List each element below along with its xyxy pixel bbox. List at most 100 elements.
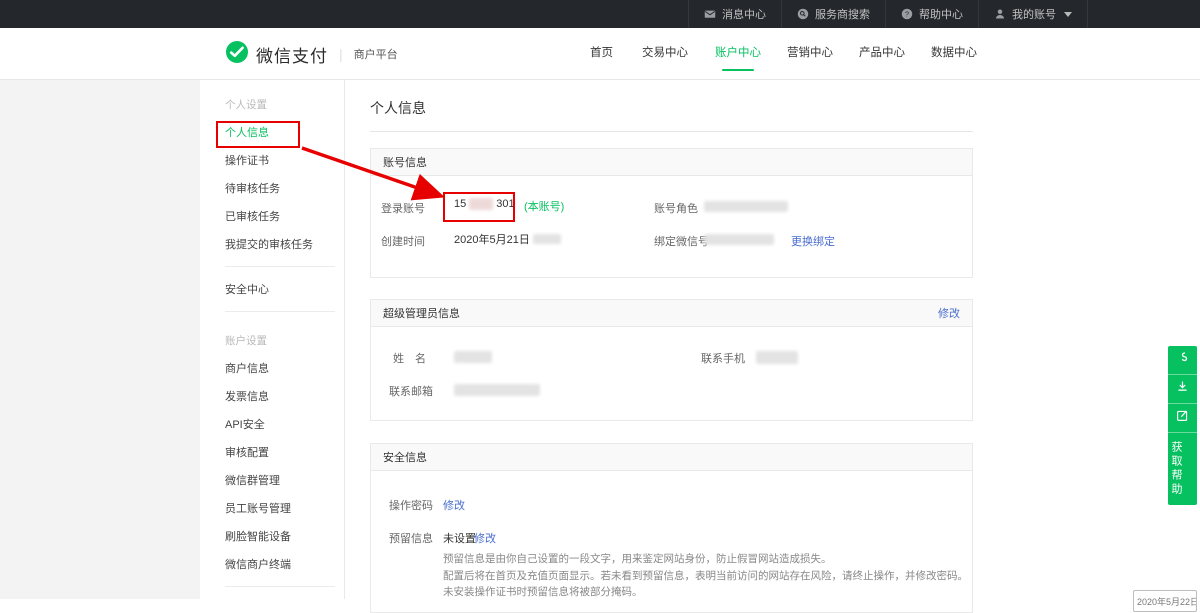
sidebar-item-api-security[interactable]: API安全: [225, 410, 344, 438]
brand-divider: |: [339, 46, 343, 62]
current-account-tag: (本账号): [524, 198, 564, 214]
operation-password-label: 操作密码: [389, 497, 433, 513]
sidebar: 个人设置 个人信息 操作证书 待审核任务 已审核任务 我提交的审核任务 安全中心…: [200, 80, 345, 599]
redacted-account-role: [704, 201, 788, 212]
svg-text:?: ?: [905, 11, 909, 19]
my-account-menu[interactable]: 我的账号: [978, 0, 1088, 28]
floating-help-widget: 获取帮助: [1168, 346, 1197, 505]
link-icon: [1176, 351, 1189, 369]
super-admin-header: 超级管理员信息 修改: [371, 300, 972, 327]
note-line: 预留信息是由你自己设置的一段文字，用来鉴定网站身份，防止假冒网站造成损失。: [443, 551, 968, 568]
sidebar-item-my-submitted-review[interactable]: 我提交的审核任务: [225, 230, 344, 258]
message-center-item[interactable]: 消息中心: [688, 0, 781, 28]
nav-account-center[interactable]: 账户中心: [715, 28, 761, 79]
wechat-pay-logo-icon: [225, 40, 249, 69]
operation-password-edit-link[interactable]: 修改: [443, 497, 465, 513]
super-admin-title: 超级管理员信息: [383, 305, 460, 321]
sidebar-item-invoice-info[interactable]: 发票信息: [225, 382, 344, 410]
portal-name: 商户平台: [354, 46, 398, 62]
top-utility-items: 消息中心 服务商搜索 ? 帮助中心 我的账号: [688, 0, 1088, 28]
nav-product-center[interactable]: 产品中心: [859, 28, 905, 79]
nav-data-center[interactable]: 数据中心: [931, 28, 977, 79]
reserved-info-edit-link[interactable]: 修改: [474, 530, 496, 546]
super-admin-edit-link[interactable]: 修改: [938, 305, 960, 321]
edit-icon: [1176, 409, 1189, 427]
get-help-button[interactable]: 获取帮助: [1168, 433, 1197, 505]
name-label: 姓 名: [393, 350, 426, 366]
change-binding-link[interactable]: 更换绑定: [791, 233, 835, 249]
my-account-label: 我的账号: [1012, 6, 1056, 22]
account-info-section: 账号信息 登录账号 15 301 (本账号) 账号角色 创建时间 2020年5月…: [370, 148, 973, 278]
sidebar-item-wechat-group-mgmt[interactable]: 微信群管理: [225, 466, 344, 494]
quick-link-button[interactable]: [1168, 346, 1197, 375]
sidebar-divider: [225, 266, 335, 267]
note-line: 未安装操作证书时预留信息将被部分掩码。: [443, 584, 968, 601]
sidebar-divider: [225, 586, 335, 587]
download-icon: [1176, 380, 1189, 398]
feedback-button[interactable]: [1168, 404, 1197, 433]
account-info-title: 账号信息: [383, 154, 427, 170]
sidebar-item-merchant-info[interactable]: 商户信息: [225, 354, 344, 382]
security-info-header: 安全信息: [371, 444, 972, 471]
note-line: 配置后将在首页及充值页面显示。若未看到预留信息，表明当前访问的网站存在风险，请终…: [443, 568, 968, 585]
redacted-email: [454, 384, 540, 396]
created-time-label: 创建时间: [381, 233, 425, 249]
sidebar-item-operation-cert[interactable]: 操作证书: [225, 146, 344, 174]
site-header: 微信支付 | 商户平台 首页 交易中心 账户中心 营销中心 产品中心 数据中心: [0, 28, 1200, 80]
date-tooltip: 2020年5月22日: [1133, 590, 1197, 612]
bound-wechat-label: 绑定微信号: [654, 233, 709, 249]
help-center-label: 帮助中心: [919, 6, 963, 22]
title-divider: [370, 131, 973, 132]
security-info-section: 安全信息 操作密码 修改 预留信息 未设置 修改 预留信息是由你自己设置的一段文…: [370, 443, 973, 613]
sidebar-item-face-smart-device[interactable]: 刷脸智能设备: [225, 522, 344, 550]
sidebar-group-personal-settings: 个人设置: [225, 90, 344, 118]
help-center-item[interactable]: ? 帮助中心: [885, 0, 978, 28]
account-role-label: 账号角色: [654, 200, 698, 216]
message-center-label: 消息中心: [722, 6, 766, 22]
brand: 微信支付 | 商户平台: [225, 28, 398, 80]
redacted-created-tail: [533, 234, 561, 244]
help-icon: ?: [901, 8, 913, 20]
nav-marketing-center[interactable]: 营销中心: [787, 28, 833, 79]
login-account-value: 15 301: [454, 198, 515, 210]
contact-email-label: 联系邮箱: [389, 383, 433, 399]
created-date: 2020年5月21日: [454, 231, 530, 247]
download-button[interactable]: [1168, 375, 1197, 404]
redacted-wechat-id: [704, 234, 774, 245]
redacted-login-middle: [469, 198, 493, 210]
redacted-name: [454, 351, 492, 363]
sidebar-item-review-config[interactable]: 审核配置: [225, 438, 344, 466]
sidebar-item-security-center[interactable]: 安全中心: [225, 275, 344, 303]
reserved-info-label: 预留信息: [389, 530, 433, 546]
account-info-header: 账号信息: [371, 149, 972, 176]
sp-search-item[interactable]: 服务商搜索: [781, 0, 885, 28]
sidebar-group-account-settings: 账户设置: [225, 326, 344, 354]
sidebar-item-reviewed[interactable]: 已审核任务: [225, 202, 344, 230]
reserved-info-notes: 预留信息是由你自己设置的一段文字，用来鉴定网站身份，防止假冒网站造成损失。 配置…: [443, 551, 968, 601]
nav-home[interactable]: 首页: [590, 28, 613, 79]
login-suffix: 301: [496, 198, 514, 210]
sidebar-item-staff-account-mgmt[interactable]: 员工账号管理: [225, 494, 344, 522]
nav-trade-center[interactable]: 交易中心: [642, 28, 688, 79]
top-utility-bar: 消息中心 服务商搜索 ? 帮助中心 我的账号: [0, 0, 1200, 28]
brand-name: 微信支付: [256, 42, 328, 67]
sidebar-item-wechat-merchant-terminal[interactable]: 微信商户终端: [225, 550, 344, 578]
reserved-info-value: 未设置: [443, 530, 476, 546]
left-gutter: [0, 80, 200, 599]
redacted-phone: [756, 351, 798, 364]
sidebar-item-personal-info[interactable]: 个人信息: [225, 118, 344, 146]
chevron-down-icon: [1064, 12, 1072, 17]
login-prefix: 15: [454, 198, 466, 210]
super-admin-section: 超级管理员信息 修改 姓 名 联系手机 联系邮箱: [370, 299, 973, 421]
mail-icon: [704, 8, 716, 20]
user-icon: [994, 8, 1006, 20]
contact-phone-label: 联系手机: [701, 350, 745, 366]
search-icon: [797, 8, 809, 20]
page-title: 个人信息: [370, 98, 426, 118]
sp-search-label: 服务商搜索: [815, 6, 870, 22]
sidebar-item-pending-review[interactable]: 待审核任务: [225, 174, 344, 202]
security-info-title: 安全信息: [383, 449, 427, 465]
login-account-label: 登录账号: [381, 200, 425, 216]
created-time-value: 2020年5月21日: [454, 231, 561, 247]
sidebar-divider: [225, 311, 335, 312]
